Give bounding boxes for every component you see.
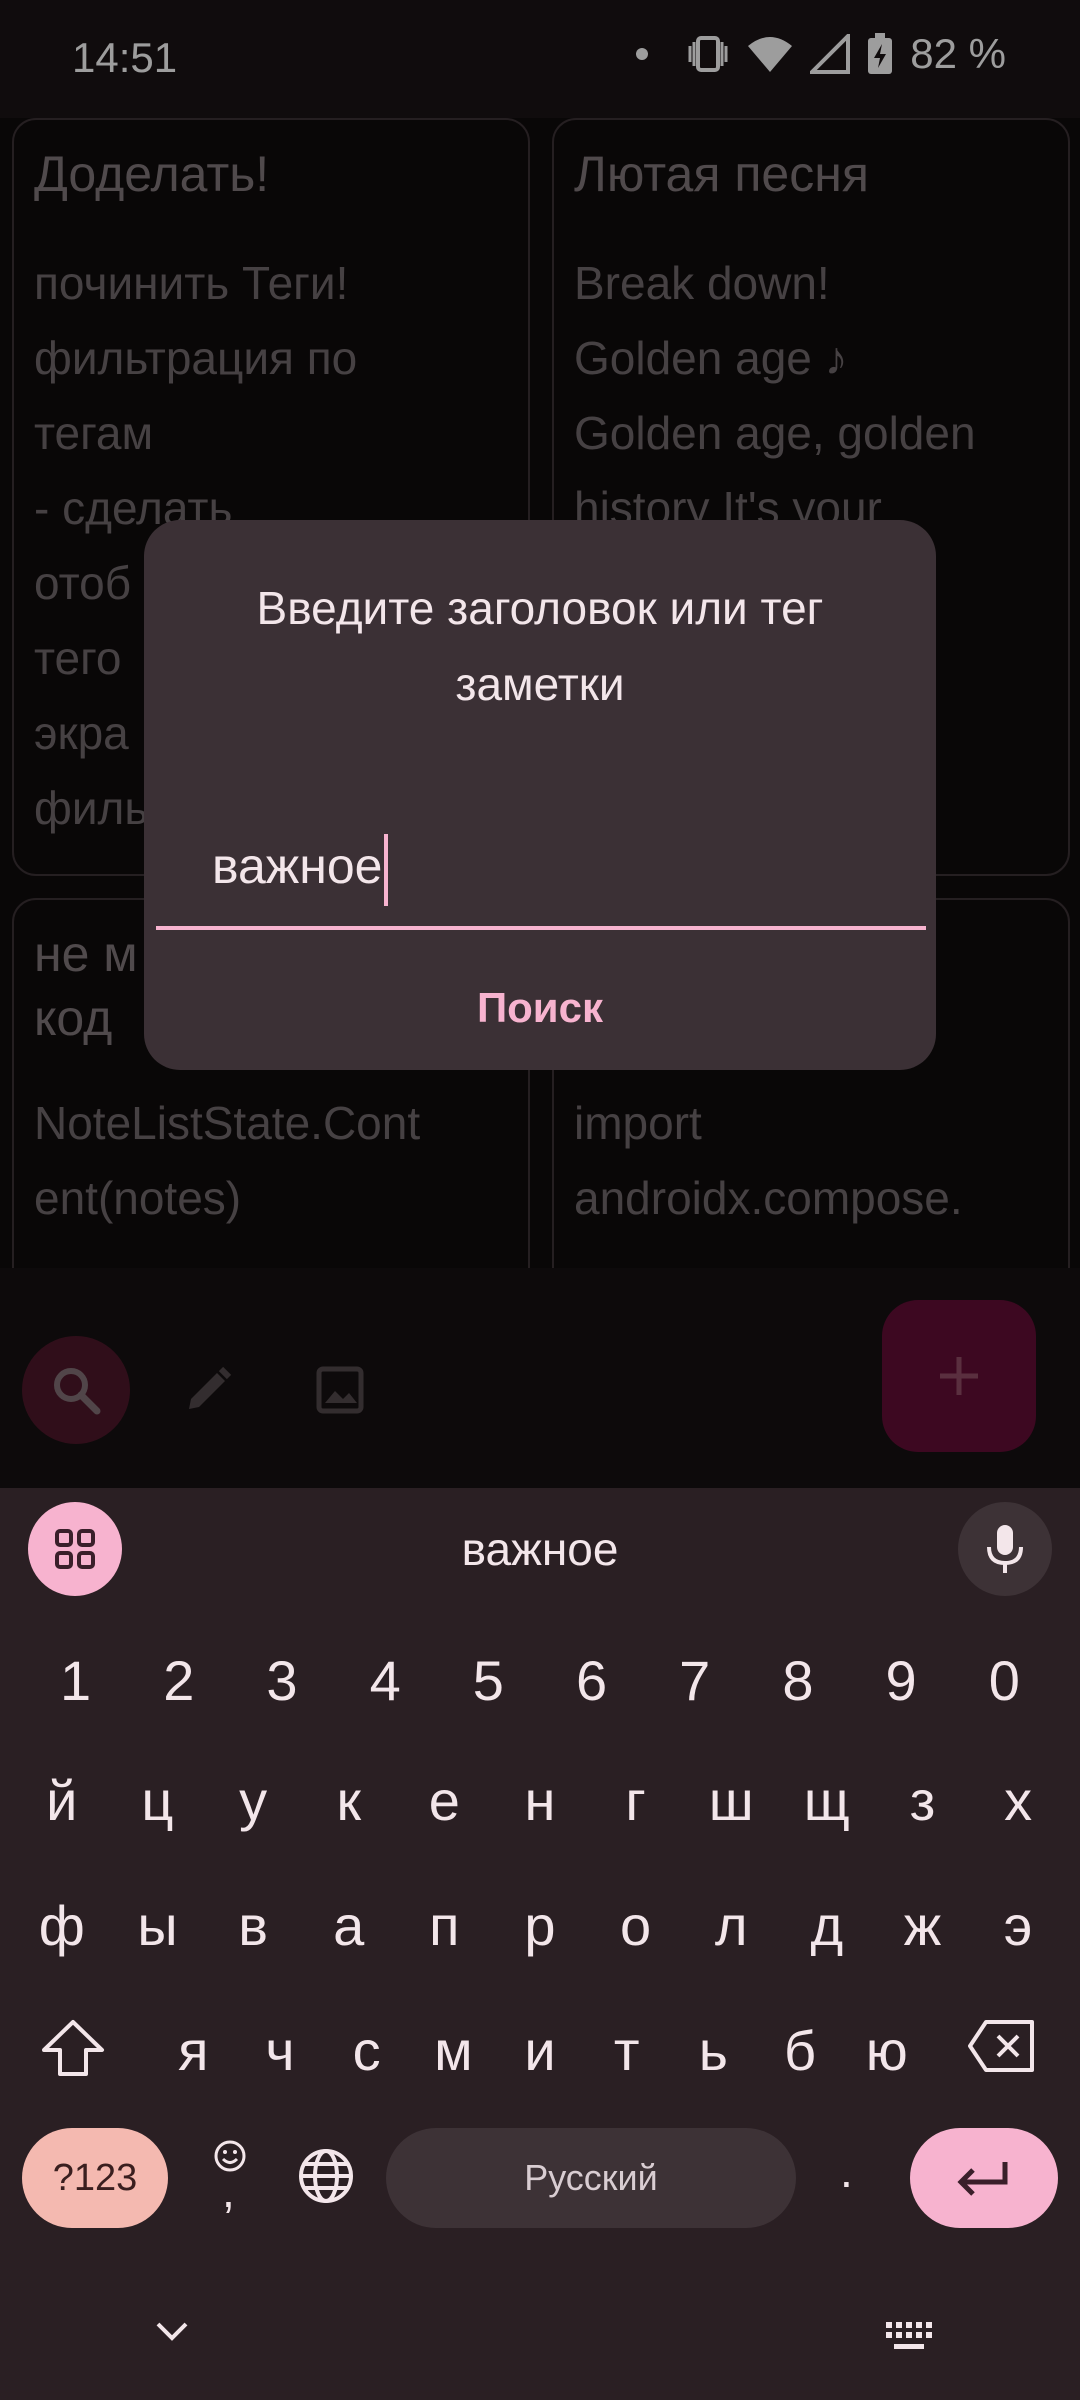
key[interactable]: 7 — [650, 1648, 740, 1713]
key[interactable]: ы — [112, 1893, 202, 1958]
keyboard: важное 1 2 3 4 5 6 7 8 9 0 й ц у к е н г… — [0, 1488, 1080, 2400]
key[interactable]: у — [208, 1768, 298, 1833]
key[interactable]: 9 — [856, 1648, 946, 1713]
letter-row-2: ф ы в а п р о л д ж э — [0, 1893, 1080, 1958]
key[interactable]: а — [304, 1893, 394, 1958]
space-key[interactable]: Русский — [386, 2128, 796, 2228]
voice-input-button[interactable] — [958, 1502, 1052, 1596]
key[interactable]: 8 — [753, 1648, 843, 1713]
key[interactable]: в — [208, 1893, 298, 1958]
key[interactable]: и — [497, 2018, 584, 2083]
key[interactable]: 1 — [31, 1648, 121, 1713]
key[interactable]: м — [410, 2018, 497, 2083]
comma-label: , — [222, 2165, 235, 2217]
keyboard-icon — [886, 2322, 932, 2349]
key[interactable]: 4 — [340, 1648, 430, 1713]
search-confirm-button[interactable]: Поиск — [144, 984, 936, 1032]
key[interactable]: р — [495, 1893, 585, 1958]
key[interactable]: й — [17, 1768, 107, 1833]
enter-icon — [957, 2162, 1008, 2196]
key[interactable]: 5 — [443, 1648, 533, 1713]
suggestion-word[interactable]: важное — [0, 1522, 1080, 1576]
key[interactable]: д — [782, 1893, 872, 1958]
search-input-value: важное — [212, 834, 389, 906]
keyboard-bottom-row: ?123 , Русский . — [0, 2128, 1080, 2228]
letter-row-3: я ч с м и т ь б ю — [150, 2018, 930, 2083]
key[interactable]: 6 — [547, 1648, 637, 1713]
search-input-text: важное — [212, 838, 383, 895]
key[interactable]: к — [304, 1768, 394, 1833]
globe-icon — [299, 2149, 353, 2203]
key[interactable]: 2 — [134, 1648, 224, 1713]
key[interactable]: л — [686, 1893, 776, 1958]
enter-key[interactable] — [910, 2128, 1058, 2228]
language-switch-key[interactable] — [296, 2146, 356, 2211]
key[interactable]: т — [583, 2018, 670, 2083]
shift-key[interactable] — [40, 2018, 106, 2083]
key[interactable]: ж — [877, 1893, 967, 1958]
key[interactable]: ь — [670, 2018, 757, 2083]
key[interactable]: е — [399, 1768, 489, 1833]
key[interactable]: б — [757, 2018, 844, 2083]
symbols-key[interactable]: ?123 — [22, 2128, 168, 2228]
period-key[interactable]: . — [840, 2144, 853, 2198]
backspace-key[interactable] — [966, 2018, 1038, 2079]
key[interactable]: ц — [112, 1768, 202, 1833]
hide-keyboard-button[interactable] — [150, 2316, 194, 2351]
backspace-icon — [968, 2020, 1034, 2072]
letter-row-1: й ц у к е н г ш щ з х — [0, 1768, 1080, 1833]
key[interactable]: з — [877, 1768, 967, 1833]
search-input[interactable]: важное — [156, 820, 926, 930]
key[interactable]: э — [973, 1893, 1063, 1958]
keyboard-switch-button[interactable] — [880, 2318, 936, 2359]
key[interactable]: щ — [782, 1768, 872, 1833]
shift-icon — [42, 2020, 104, 2076]
digit-row: 1 2 3 4 5 6 7 8 9 0 — [0, 1648, 1080, 1713]
key[interactable]: 0 — [959, 1648, 1049, 1713]
key[interactable]: ш — [686, 1768, 776, 1833]
suggestion-strip: важное — [0, 1488, 1080, 1608]
key[interactable]: 3 — [237, 1648, 327, 1713]
dialog-title: Введите заголовок или тег заметки — [256, 582, 824, 710]
key[interactable]: о — [591, 1893, 681, 1958]
navigation-bar — [0, 2298, 1080, 2378]
key[interactable]: н — [495, 1768, 585, 1833]
microphone-icon — [987, 1525, 1023, 1573]
key[interactable]: с — [323, 2018, 410, 2083]
search-dialog: Введите заголовок или тег заметки важное… — [144, 520, 936, 1070]
key[interactable]: ф — [17, 1893, 107, 1958]
key[interactable]: ю — [843, 2018, 930, 2083]
key[interactable]: п — [399, 1893, 489, 1958]
key[interactable]: ч — [237, 2018, 324, 2083]
emoji-key[interactable]: , — [200, 2138, 260, 2218]
text-cursor — [384, 834, 389, 906]
key[interactable]: я — [150, 2018, 237, 2083]
key[interactable]: х — [973, 1768, 1063, 1833]
key[interactable]: г — [591, 1768, 681, 1833]
chevron-down-icon — [156, 2322, 188, 2341]
